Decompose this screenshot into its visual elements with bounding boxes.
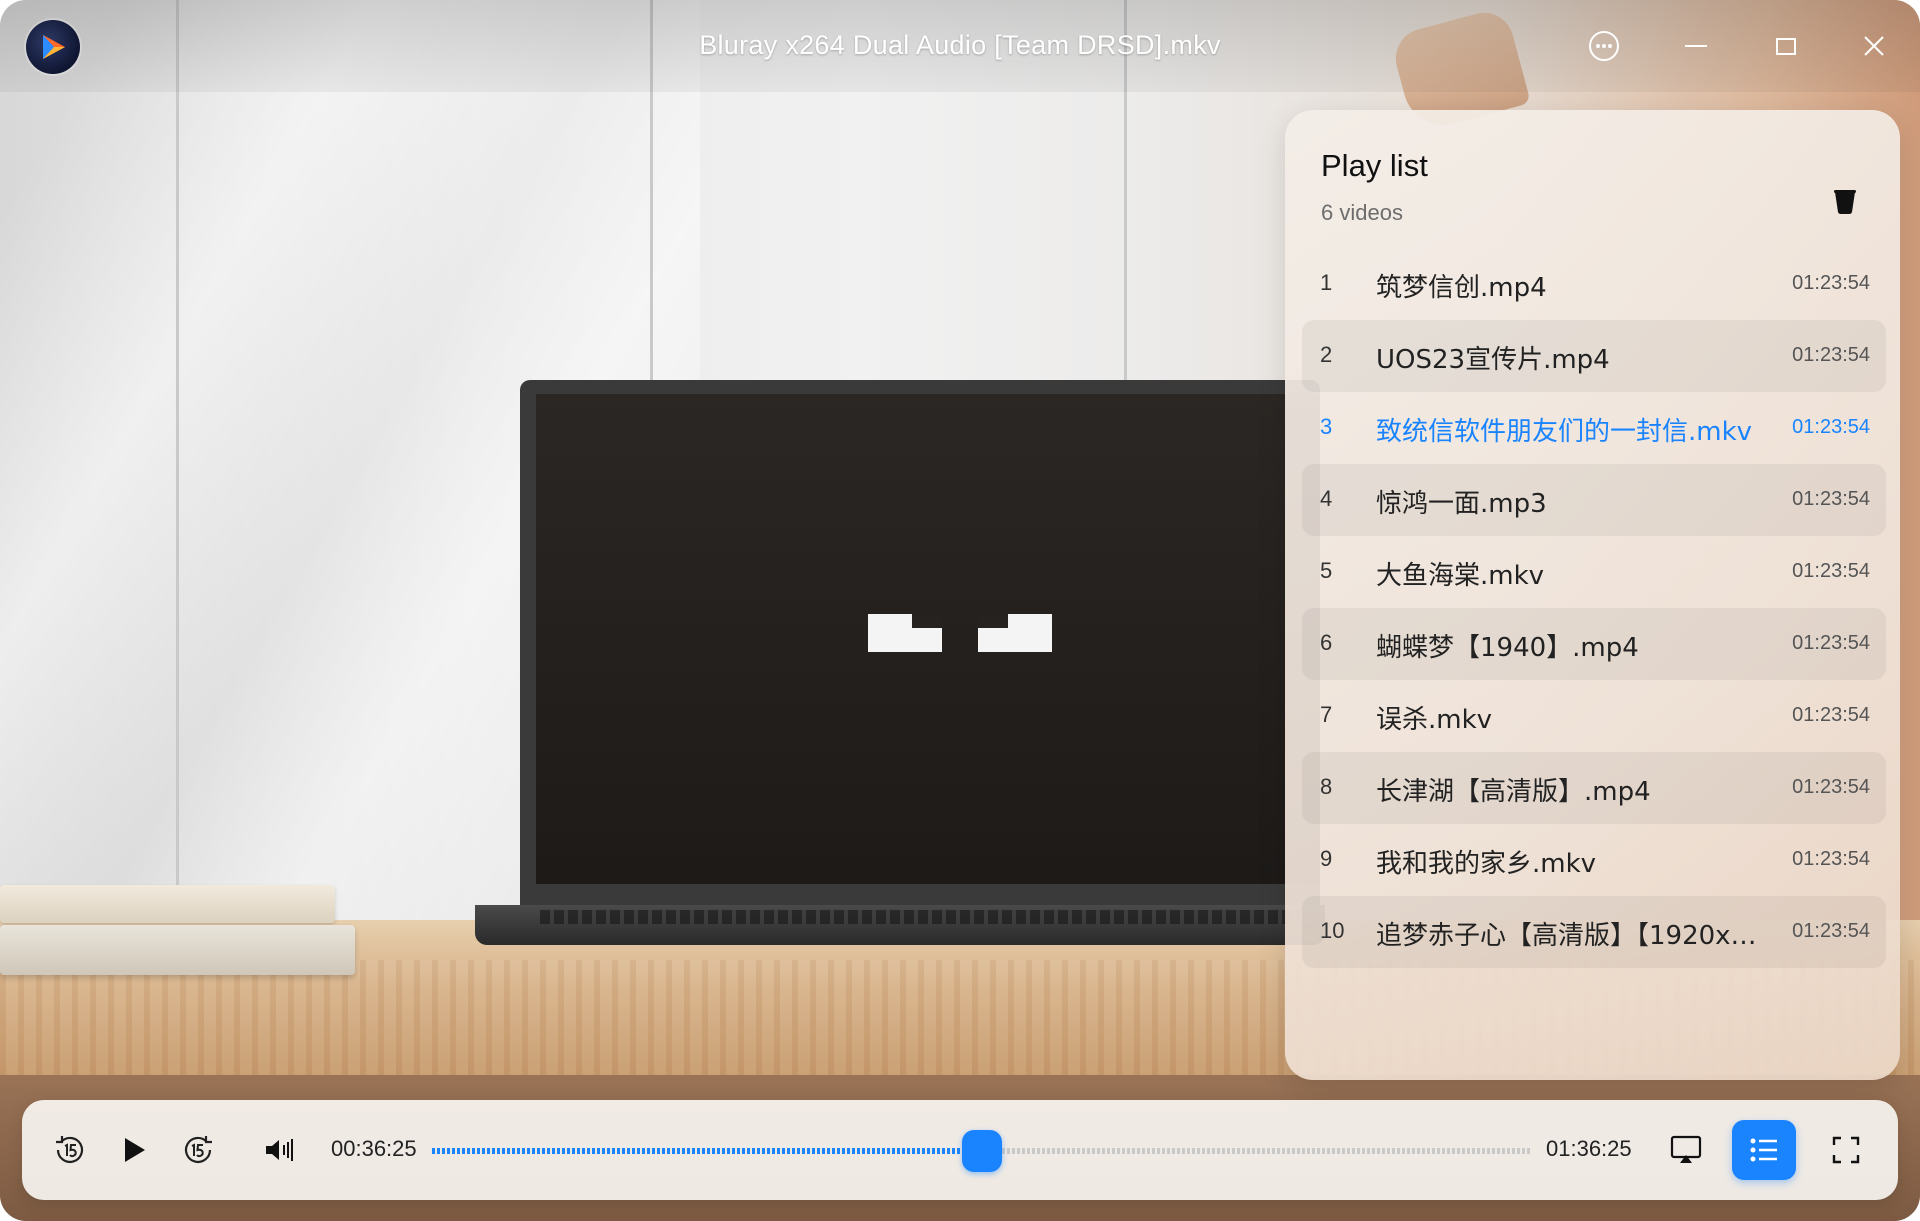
- scene-screen-logo-notch: [912, 614, 942, 628]
- fullscreen-button[interactable]: [1822, 1126, 1870, 1174]
- playlist-item-duration: 01:23:54: [1792, 776, 1870, 798]
- playlist-item-number: 7: [1320, 702, 1333, 727]
- playlist-item-name: 长津湖【高清版】.mp4: [1376, 777, 1651, 807]
- control-bar: 00:36:25 01:36:25: [22, 1100, 1898, 1200]
- playlist-item-name: 大鱼海棠.mkv: [1376, 561, 1545, 591]
- playlist-item-duration: 01:23:54: [1792, 632, 1870, 654]
- scene-laptop-keys: [540, 910, 1300, 924]
- playlist-item[interactable]: 6 蝴蝶梦【1940】.mp4 01:23:54: [1302, 608, 1886, 680]
- progress-fill: [432, 1148, 982, 1154]
- current-time: 00:36:25: [331, 1136, 417, 1161]
- playlist-panel: Play list 6 videos 1 筑梦信创.mp4 01:23:54 2 UOS…: [1285, 110, 1900, 1080]
- playlist-toggle-button[interactable]: [1732, 1120, 1796, 1180]
- playlist-item-number: 8: [1320, 774, 1333, 799]
- playlist-item-number: 10: [1320, 918, 1345, 943]
- scene-panel-line: [176, 0, 179, 960]
- playlist-item-duration: 01:23:54: [1792, 488, 1870, 510]
- trash-icon: [1834, 190, 1856, 214]
- playlist-count: 6 videos: [1321, 200, 1403, 225]
- playlist-item[interactable]: 9 我和我的家乡.mkv 01:23:54: [1302, 824, 1886, 896]
- playlist-item-duration: 01:23:54: [1792, 416, 1870, 438]
- player-window: Bluray x264 Dual Audio [Team DRSD].mkv P…: [0, 0, 1920, 1221]
- playlist-item-name: UOS23宣传片.mp4: [1376, 345, 1610, 375]
- playlist-item-duration: 01:23:54: [1792, 704, 1870, 726]
- playlist-item-name: 蝴蝶梦【1940】.mp4: [1376, 633, 1639, 663]
- playlist-item-duration: 01:23:54: [1792, 920, 1870, 942]
- window-title: Bluray x264 Dual Audio [Team DRSD].mkv: [699, 30, 1221, 60]
- maximize-icon: [1776, 38, 1796, 55]
- close-icon: [1864, 36, 1884, 56]
- playlist-item-number: 6: [1320, 630, 1333, 655]
- minimize-icon: [1685, 45, 1707, 47]
- playlist-item-duration: 01:23:54: [1792, 560, 1870, 582]
- scene-book: [0, 885, 335, 923]
- screen-cast-icon: [1670, 1135, 1702, 1163]
- playlist-item[interactable]: 1 筑梦信创.mp4 01:23:54: [1302, 248, 1886, 320]
- progress-bar[interactable]: [432, 1130, 1532, 1172]
- scene-book: [0, 925, 355, 975]
- playlist-item-name: 我和我的家乡.mkv: [1376, 849, 1597, 879]
- playlist-title: Play list: [1321, 148, 1428, 183]
- scene-books: [0, 885, 360, 995]
- cast-button[interactable]: [1662, 1126, 1710, 1174]
- volume-icon: [266, 1139, 293, 1161]
- more-button[interactable]: [1580, 22, 1628, 70]
- playlist-item-name: 追梦赤子心【高清版】【1920x…: [1376, 921, 1757, 951]
- play-icon: [125, 1138, 145, 1162]
- playlist-item-duration: 01:23:54: [1792, 272, 1870, 294]
- playlist-items: 1 筑梦信创.mp4 01:23:54 2 UOS23宣传片.mp4 01:23:54 3 致…: [1302, 248, 1886, 968]
- progress-handle[interactable]: [962, 1130, 1002, 1172]
- playlist-item-name: 筑梦信创.mp4: [1376, 273, 1547, 303]
- playlist-item[interactable]: 8 长津湖【高清版】.mp4 01:23:54: [1302, 752, 1886, 824]
- playlist-icon: [1750, 1138, 1777, 1162]
- playlist-item-number: 1: [1320, 270, 1333, 295]
- clear-playlist-button[interactable]: [1825, 182, 1865, 222]
- more-icon: [1589, 31, 1619, 61]
- playlist-item-number: 4: [1320, 486, 1333, 511]
- total-time: 01:36:25: [1546, 1136, 1632, 1161]
- playlist-item-number: 9: [1320, 846, 1333, 871]
- forward-15-icon: [184, 1136, 212, 1163]
- playlist-item[interactable]: 10 追梦赤子心【高清版】【1920x… 01:23:54: [1302, 896, 1886, 968]
- playlist-item-name: 误杀.mkv: [1376, 705, 1493, 735]
- maximize-button[interactable]: [1762, 22, 1810, 70]
- scene-screen-logo-notch: [978, 614, 1008, 628]
- forward-button[interactable]: [174, 1126, 222, 1174]
- playlist-item-number: 3: [1320, 414, 1333, 439]
- rewind-15-icon: [56, 1136, 84, 1163]
- playlist-item-number: 2: [1320, 342, 1333, 367]
- close-button[interactable]: [1850, 22, 1898, 70]
- rewind-button[interactable]: [46, 1126, 94, 1174]
- title-bar: Bluray x264 Dual Audio [Team DRSD].mkv: [0, 0, 1920, 92]
- playlist-item-duration: 01:23:54: [1792, 848, 1870, 870]
- playlist-item[interactable]: 7 误杀.mkv 01:23:54: [1302, 680, 1886, 752]
- playlist-item[interactable]: 4 惊鸿一面.mp3 01:23:54: [1302, 464, 1886, 536]
- play-button[interactable]: [110, 1126, 158, 1174]
- playlist-item-active[interactable]: 3 致统信软件朋友们的一封信.mkv 01:23:54: [1302, 392, 1886, 464]
- playlist-item-duration: 01:23:54: [1792, 344, 1870, 366]
- minimize-button[interactable]: [1672, 22, 1720, 70]
- playlist-item-name: 惊鸿一面.mp3: [1376, 489, 1547, 519]
- volume-button[interactable]: [256, 1126, 304, 1174]
- playlist-item-name: 致统信软件朋友们的一封信.mkv: [1376, 417, 1753, 447]
- playlist-item-number: 5: [1320, 558, 1333, 583]
- playlist-item[interactable]: 5 大鱼海棠.mkv 01:23:54: [1302, 536, 1886, 608]
- playlist-item[interactable]: 2 UOS23宣传片.mp4 01:23:54: [1302, 320, 1886, 392]
- fullscreen-icon: [1832, 1136, 1860, 1164]
